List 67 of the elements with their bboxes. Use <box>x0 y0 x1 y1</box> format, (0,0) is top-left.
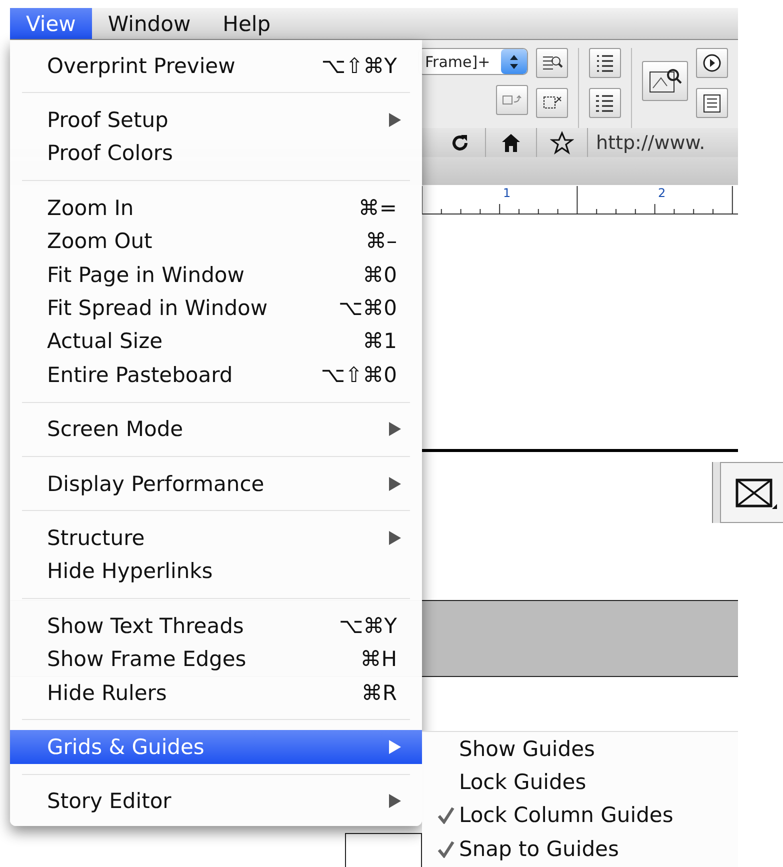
shortcut-text: ⌘– <box>366 229 398 254</box>
play-icon[interactable] <box>696 48 728 78</box>
menu-item-label: Zoom In <box>47 196 135 220</box>
menu-item-label: Show Frame Edges <box>47 647 248 672</box>
menu-item[interactable]: Display Performance <box>10 466 422 500</box>
numbered-list-icon[interactable] <box>589 88 621 118</box>
frame-fit-icon[interactable] <box>536 88 568 118</box>
menu-item-label: Proof Colors <box>47 141 174 166</box>
undo-frame-icon[interactable] <box>496 85 528 115</box>
shortcut-text: ⌘0 <box>362 262 398 287</box>
menu-item[interactable]: Snap to Guides <box>459 836 619 861</box>
menu-item[interactable]: Zoom In ⌘= <box>10 191 422 225</box>
menu-item[interactable]: Show Guides <box>459 736 595 761</box>
checkmark-icon <box>437 840 455 858</box>
menu-item-label: Show Text Threads <box>47 614 245 638</box>
menu-title[interactable]: View <box>10 8 92 39</box>
shortcut-text: ⌘1 <box>362 329 398 354</box>
frame-placeholder-icon[interactable] <box>735 476 777 508</box>
menu-item-label: Proof Setup <box>47 108 170 132</box>
menu-item[interactable]: Actual Size ⌘1 <box>10 324 422 358</box>
ruler-label: 1 <box>503 186 511 200</box>
menu-item[interactable]: Structure <box>10 521 422 555</box>
menu-item[interactable]: Fit Page in Window ⌘0 <box>10 258 422 292</box>
menu-item[interactable]: Zoom Out ⌘– <box>10 224 422 258</box>
shortcut-text: ⌥⌘0 <box>338 296 398 320</box>
shortcut-text: ⌥⌘Y <box>338 614 398 638</box>
menu-item[interactable]: Fit Spread in Window ⌥⌘0 <box>10 291 422 325</box>
menu-item[interactable]: Proof Colors <box>10 136 422 170</box>
menu-item[interactable]: Entire Pasteboard ⌥⇧⌘0 <box>10 358 422 392</box>
menu-item-label: Zoom Out <box>47 229 154 254</box>
menu-item-label: Overprint Preview <box>47 54 236 78</box>
menu-title[interactable]: Window <box>92 8 207 39</box>
menu-item-label: Structure <box>47 526 146 550</box>
menu-item-label: Fit Page in Window <box>47 262 246 287</box>
menu-item-label: Story Editor <box>47 789 172 814</box>
menu-item[interactable]: Lock Guides <box>459 770 586 794</box>
menu-item[interactable]: Hide Rulers ⌘R <box>10 676 422 710</box>
place-image-icon[interactable] <box>642 61 688 101</box>
menu-item-label: Actual Size <box>47 329 164 354</box>
address-text[interactable]: http://www. <box>588 132 706 154</box>
menu-item[interactable]: Lock Column Guides <box>459 803 674 828</box>
menu-item[interactable]: Proof Setup <box>10 103 422 137</box>
shortcut-text: ⌘R <box>361 680 398 705</box>
menu-title[interactable]: Help <box>206 8 287 39</box>
menu-item[interactable]: Show Text Threads ⌥⌘Y <box>10 609 422 642</box>
menu-item[interactable]: Story Editor <box>10 784 422 818</box>
bulleted-list-icon[interactable] <box>589 48 621 78</box>
menu-item-label: Hide Rulers <box>47 680 168 705</box>
stepper-icon <box>509 54 519 70</box>
menu-item-label: Screen Mode <box>47 417 184 442</box>
menu-item[interactable]: Screen Mode <box>10 412 422 446</box>
checkmark-icon <box>437 806 455 824</box>
menu-item[interactable]: Hide Hyperlinks <box>10 554 422 588</box>
menu-item-label: Entire Pasteboard <box>47 362 234 387</box>
ruler-label: 2 <box>658 186 666 200</box>
list-search-icon[interactable] <box>536 48 568 78</box>
menu-item-label: Hide Hyperlinks <box>47 559 214 584</box>
menu-item-label: Fit Spread in Window <box>47 296 269 320</box>
menu-item[interactable]: Show Frame Edges ⌘H <box>10 642 422 676</box>
shortcut-text: ⌥⇧⌘0 <box>320 362 398 387</box>
shortcut-text: ⌘H <box>360 647 398 672</box>
shortcut-text: ⌥⇧⌘Y <box>321 54 398 78</box>
shortcut-text: ⌘= <box>358 196 398 220</box>
menu-item-label: Grids & Guides <box>47 734 206 759</box>
menu-item-label: Display Performance <box>47 472 266 496</box>
menu-item[interactable]: Grids & Guides <box>10 730 422 764</box>
document-list-icon[interactable] <box>696 88 728 118</box>
